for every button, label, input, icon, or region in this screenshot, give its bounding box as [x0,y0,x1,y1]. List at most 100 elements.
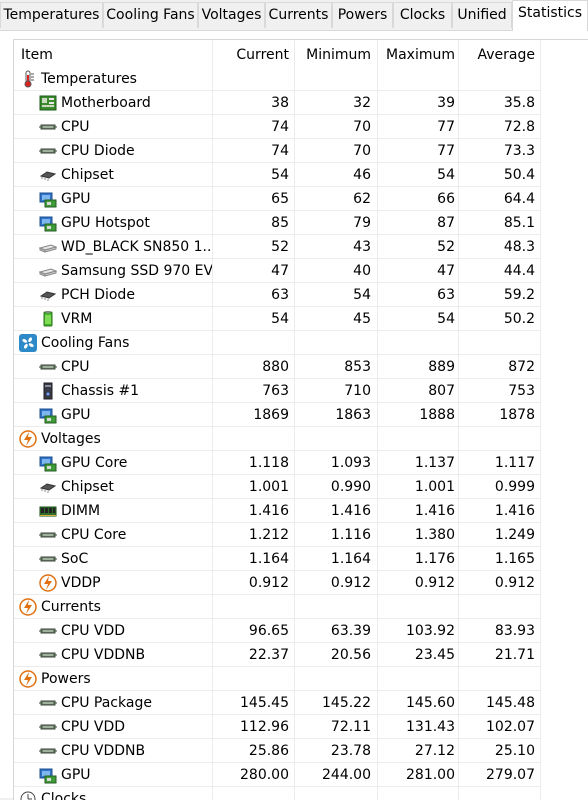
group-row[interactable]: Clocks [14,787,588,800]
group-row[interactable]: Currents [14,595,588,619]
tab-statistics[interactable]: Statistics [512,0,588,31]
maximum-value: 807 [428,383,455,399]
tab-powers[interactable]: Powers [332,2,393,28]
table-row[interactable]: GPU 280.00 244.00 281.00 279.07 [14,763,588,787]
column-header-current[interactable]: Current [212,43,289,67]
minimum-value: 46 [353,167,371,183]
minimum-value: 0.990 [330,479,371,495]
table-row[interactable]: Motherboard 38 32 39 35.8 [14,91,588,115]
current-value: 1.118 [248,455,289,471]
table-row[interactable]: CPU Package 145.45 145.22 145.60 145.48 [14,691,588,715]
maximum-value: 1888 [419,407,455,423]
table-row[interactable]: CPU VDDNB 25.86 23.78 27.12 25.10 [14,739,588,763]
tab-bar: Temperatures Cooling Fans Voltages Currents… [0,0,588,31]
tab-voltages[interactable]: Voltages [198,2,265,28]
table-row[interactable]: CPU Core 1.212 1.116 1.380 1.249 [14,523,588,547]
minimum-value: 45 [353,311,371,327]
maximum-value: 1.176 [414,551,455,567]
column-header-average[interactable]: Average [458,43,536,67]
table-row[interactable]: CPU Diode 74 70 77 73.3 [14,139,588,163]
table-row[interactable]: CPU VDDNB 22.37 20.56 23.45 21.71 [14,643,588,667]
group-row[interactable]: Temperatures [14,67,588,91]
minimum-value: 40 [353,263,371,279]
item-cell: Clocks [14,787,212,800]
item-label: CPU VDDNB [61,743,146,759]
minimum-value: 70 [353,119,371,135]
minimum-value: 1.116 [330,527,371,543]
item-label: Voltages [41,431,101,447]
minimum-value: 853 [344,359,371,375]
item-cell: Chassis #1 [14,379,212,403]
maximum-value: 66 [437,191,455,207]
ssd-icon [38,238,58,256]
maximum-value: 87 [437,215,455,231]
tab-clocks[interactable]: Clocks [393,2,452,28]
gpu-icon [39,766,57,784]
minimum-value: 23.78 [330,743,371,759]
table-row[interactable]: Chipset 54 46 54 50.4 [14,163,588,187]
column-header-minimum[interactable]: Minimum [294,43,371,67]
current-value: 280.00 [240,767,289,783]
table-row[interactable]: GPU Hotspot 85 79 87 85.1 [14,211,588,235]
average-value: 0.912 [494,575,535,591]
maximum-value: 145.60 [406,695,455,711]
motherboard-icon [39,94,57,112]
group-row[interactable]: Voltages [14,427,588,451]
item-cell: Voltages [14,427,212,451]
column-header-item[interactable]: Item [14,43,219,67]
item-label: GPU [61,767,91,783]
statistics-table[interactable]: Item Current Minimum Maximum Average Tem… [13,39,588,800]
table-row[interactable]: CPU 74 70 77 72.8 [14,115,588,139]
table-row[interactable]: GPU 65 62 66 64.4 [14,187,588,211]
column-header-maximum[interactable]: Maximum [378,43,455,67]
average-value: 753 [508,383,535,399]
item-cell: Currents [14,595,212,619]
cpu-chip-icon [39,694,57,712]
table-row[interactable]: VDDP 0.912 0.912 0.912 0.912 [14,571,588,595]
tab-temperatures[interactable]: Temperatures [0,2,103,28]
item-cell: Temperatures [14,67,212,91]
item-cell: VDDP [14,571,212,595]
chipset-icon [39,478,57,496]
statistics-panel: Item Current Minimum Maximum Average Tem… [0,30,588,800]
item-cell: Powers [14,667,212,691]
item-cell: GPU [14,403,212,427]
current-value: 1.001 [248,479,289,495]
table-row[interactable]: Chipset 1.001 0.990 1.001 0.999 [14,475,588,499]
item-label: CPU [61,119,90,135]
table-row[interactable]: GPU Core 1.118 1.093 1.137 1.117 [14,451,588,475]
tab-currents[interactable]: Currents [265,2,332,28]
table-row[interactable]: Chassis #1 763 710 807 753 [14,379,588,403]
table-row[interactable]: GPU 1869 1863 1888 1878 [14,403,588,427]
item-label: GPU Hotspot [61,215,150,231]
table-row[interactable]: CPU VDD 112.96 72.11 131.43 102.07 [14,715,588,739]
table-row[interactable]: VRM 54 45 54 50.2 [14,307,588,331]
maximum-value: 54 [437,311,455,327]
table-row[interactable]: CPU VDD 96.65 63.39 103.92 83.93 [14,619,588,643]
item-cell: CPU [14,115,212,139]
cpu-chip-icon [39,358,57,376]
tab-unified[interactable]: Unified [452,2,512,28]
table-row[interactable]: PCH Diode 63 54 63 59.2 [14,283,588,307]
current-value: 880 [262,359,289,375]
item-cell: CPU Core [14,523,212,547]
current-value: 112.96 [240,719,289,735]
chassis-icon [39,382,57,400]
item-label: Powers [41,671,91,687]
average-value: 48.3 [503,239,535,255]
table-row[interactable]: DIMM 1.416 1.416 1.416 1.416 [14,499,588,523]
average-value: 1.165 [494,551,535,567]
group-row[interactable]: Cooling Fans [14,331,588,355]
current-value: 47 [271,263,289,279]
item-cell: Motherboard [14,91,212,115]
tab-cooling-fans[interactable]: Cooling Fans [103,2,198,28]
minimum-value: 710 [344,383,371,399]
group-row[interactable]: Powers [14,667,588,691]
table-row[interactable]: WD_BLACK SN850 1... 52 43 52 48.3 [14,235,588,259]
table-row[interactable]: CPU 880 853 889 872 [14,355,588,379]
table-row[interactable]: Samsung SSD 970 EV... 47 40 47 44.4 [14,259,588,283]
table-row[interactable]: SoC 1.164 1.164 1.176 1.165 [14,547,588,571]
minimum-value: 63.39 [330,623,371,639]
minimum-value: 1.416 [330,503,371,519]
item-cell: CPU VDD [14,715,212,739]
